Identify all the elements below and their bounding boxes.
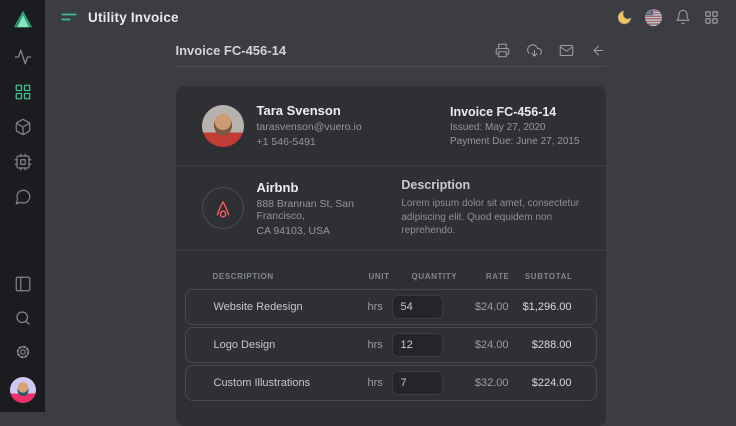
invoice-items-table: DESCRIPTION UNIT QUANTITY RATE SUBTOTAL … <box>176 251 606 401</box>
bell-icon <box>675 9 691 25</box>
quantity-input[interactable] <box>392 295 443 319</box>
table-row: Custom Illustrations hrs $32.00 $224.00 <box>185 365 597 401</box>
notifications-button[interactable] <box>674 9 691 26</box>
sidebar-nav-top <box>14 48 32 206</box>
invoice-toolbar: Invoice FC-456-14 <box>176 34 606 67</box>
item-subtotal: $288.00 <box>509 339 572 351</box>
icon-sidebar <box>0 0 45 412</box>
us-flag-icon <box>645 9 662 26</box>
invoice-number: Invoice FC-456-14 <box>450 105 580 119</box>
item-description: Website Redesign <box>214 301 368 313</box>
print-button[interactable] <box>495 43 510 58</box>
printer-icon <box>495 43 510 58</box>
col-header-subtotal: SUBTOTAL <box>510 272 573 281</box>
company-address-line1: 888 Brannan St, San Francisco, <box>257 198 402 222</box>
invoice-due-date: Payment Due: June 27, 2015 <box>450 136 580 147</box>
profile-avatar[interactable] <box>10 377 36 403</box>
app-logo[interactable] <box>0 0 45 38</box>
dashboard-grid-icon <box>14 83 32 101</box>
settings-gear-icon <box>14 343 32 361</box>
email-button[interactable] <box>559 43 574 58</box>
company-address-line2: CA 94103, USA <box>257 225 402 237</box>
item-subtotal: $1,296.00 <box>509 301 572 313</box>
item-rate: $24.00 <box>447 339 509 351</box>
description-heading: Description <box>401 178 579 192</box>
page-heading: Utility Invoice <box>88 10 179 25</box>
search-icon <box>14 309 32 327</box>
table-header-row: DESCRIPTION UNIT QUANTITY RATE SUBTOTAL <box>185 263 597 289</box>
activity-icon <box>14 48 32 66</box>
sidebar-item-components[interactable] <box>14 118 32 136</box>
download-button[interactable] <box>527 43 542 58</box>
sidebar-item-panels[interactable] <box>14 275 32 293</box>
navbar-actions <box>616 9 720 26</box>
sidebar-item-messages[interactable] <box>14 188 32 206</box>
apps-grid-icon <box>704 10 719 25</box>
sidebar-item-activity[interactable] <box>14 48 32 66</box>
cpu-icon <box>14 153 32 171</box>
invoice-description: Description Lorem ipsum dolor sit amet, … <box>401 178 579 238</box>
chat-icon <box>14 188 32 206</box>
theme-toggle-button[interactable] <box>616 9 633 26</box>
col-header-rate: RATE <box>448 272 510 281</box>
logo-triangle-icon <box>12 8 34 30</box>
customer-name: Tara Svenson <box>257 103 362 118</box>
top-navbar: Utility Invoice <box>45 0 736 34</box>
description-text: Lorem ipsum dolor sit amet, consectetur … <box>401 197 579 238</box>
main-content: Invoice FC-456-14 <box>45 34 736 412</box>
sidebar-nav-bottom <box>10 275 36 412</box>
item-rate: $24.00 <box>447 301 509 313</box>
invoice-title: Invoice FC-456-14 <box>176 43 287 58</box>
airbnb-logo-icon <box>211 196 235 220</box>
sidebar-item-settings[interactable] <box>14 343 32 361</box>
item-description: Custom Illustrations <box>214 377 368 389</box>
customer-phone: +1 546-5491 <box>257 136 362 148</box>
quantity-input[interactable] <box>392 371 443 395</box>
quantity-input[interactable] <box>392 333 443 357</box>
table-row: Website Redesign hrs $24.00 $1,296.00 <box>185 289 597 325</box>
apps-button[interactable] <box>703 9 720 26</box>
customer-email: tarasvenson@vuero.io <box>257 121 362 133</box>
sidebar-item-dashboard[interactable] <box>14 83 32 101</box>
invoice-card: Tara Svenson tarasvenson@vuero.io +1 546… <box>176 86 606 426</box>
menu-toggle-button[interactable] <box>59 7 79 27</box>
item-description: Logo Design <box>214 339 368 351</box>
back-button[interactable] <box>591 43 606 58</box>
invoice-meta: Invoice FC-456-14 Issued: May 27, 2020 P… <box>450 105 580 147</box>
invoice-actions <box>495 43 606 58</box>
item-rate: $32.00 <box>447 377 509 389</box>
panels-icon <box>14 275 32 293</box>
item-subtotal: $224.00 <box>509 377 572 389</box>
menu-icon <box>59 7 79 27</box>
col-header-description: DESCRIPTION <box>213 272 369 281</box>
box-icon <box>14 118 32 136</box>
table-row: Logo Design hrs $24.00 $288.00 <box>185 327 597 363</box>
sidebar-item-elements[interactable] <box>14 153 32 171</box>
arrow-left-icon <box>591 43 606 58</box>
item-unit: hrs <box>368 377 392 389</box>
cloud-download-icon <box>527 43 542 58</box>
invoice-issued-date: Issued: May 27, 2020 <box>450 122 580 133</box>
col-header-quantity: QUANTITY <box>393 272 448 281</box>
invoice-customer-section: Tara Svenson tarasvenson@vuero.io +1 546… <box>176 86 606 166</box>
sidebar-item-search[interactable] <box>14 309 32 327</box>
language-selector[interactable] <box>645 9 662 26</box>
moon-icon <box>616 9 633 26</box>
company-name: Airbnb <box>257 180 402 195</box>
mail-icon <box>559 43 574 58</box>
item-unit: hrs <box>368 339 392 351</box>
item-unit: hrs <box>368 301 392 313</box>
company-logo-badge <box>202 187 244 229</box>
customer-avatar <box>202 105 244 147</box>
col-header-unit: UNIT <box>369 272 393 281</box>
invoice-company-section: Airbnb 888 Brannan St, San Francisco, CA… <box>176 166 606 251</box>
